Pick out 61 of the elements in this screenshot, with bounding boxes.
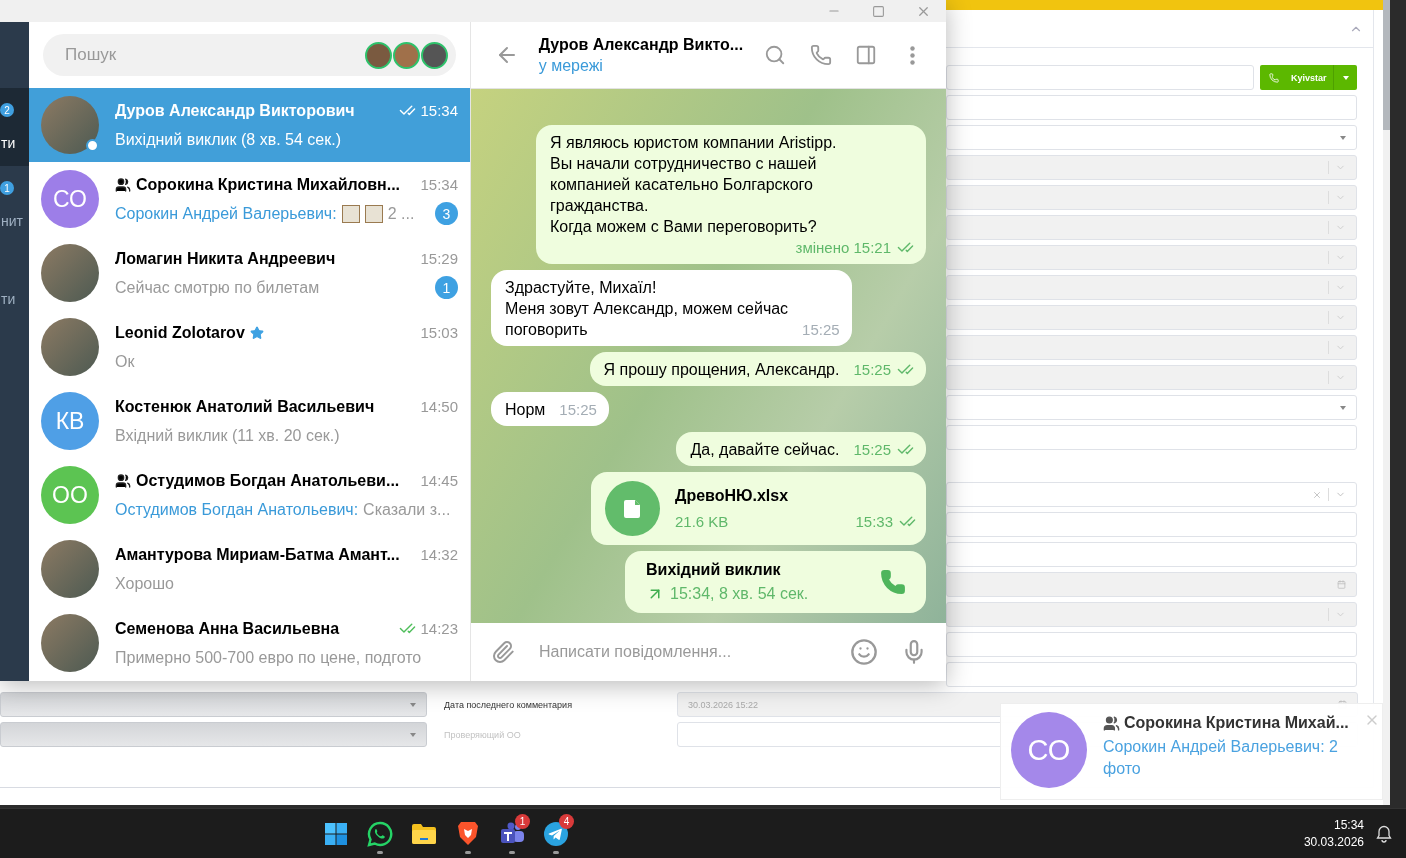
unread-badge: 1 (435, 276, 458, 299)
call-details: 15:34, 8 хв. 54 сек. (670, 585, 809, 603)
message-time: 15:33 (855, 513, 893, 530)
field-label: Дата последнего комментария (444, 699, 573, 710)
chat-name: Семенова Анна Васильевна (115, 619, 340, 638)
message-preview: Примерно 500-700 евро по цене, подгото (115, 648, 422, 667)
unread-badge: 1 (0, 181, 14, 195)
incoming-message: Норм 15:25 (491, 392, 609, 426)
chat-time: 14:50 (420, 398, 458, 415)
notification-title: Сорокина Кристина Михай... (1124, 714, 1349, 732)
message-time: 15:25 (853, 440, 891, 460)
message-time: 15:25 (559, 400, 597, 420)
chat-time: 15:34 (420, 176, 458, 193)
message-sender: Остудимов Богдан Анатольевич: (115, 500, 359, 519)
message-preview: 2 ... (387, 204, 415, 223)
chat-time: 15:29 (420, 250, 458, 267)
message-preview: Ок (115, 352, 135, 371)
chat-title: Дуров Александр Викто... (538, 35, 744, 54)
chat-time: 15:03 (420, 324, 458, 341)
outgoing-message: Я являюсь юристом компании Aristipp. Вы начали сотрудничество с нашей компанией касательно Болгарского гражданства. Когда можем с Вами переговорить? змінено 15:21 (536, 125, 926, 264)
chat-time: 14:23 (420, 620, 458, 637)
message-preview: Сказали з... (363, 500, 451, 519)
message-preview: Вхідний виклик (11 хв. 20 сек.) (115, 426, 340, 445)
outgoing-message: Я прошу прощения, Александр. 15:25 (589, 352, 926, 386)
chat-name: Костенюк Анатолий Васильевич (115, 397, 375, 416)
file-size: 21.6 KB (675, 513, 729, 530)
outgoing-message: Да, давайте сейчас. 15:25 (676, 432, 926, 466)
notification-badge: 4 (559, 813, 574, 829)
avatar: СО (1011, 712, 1087, 788)
folder-label: нит (0, 213, 23, 229)
notification-badge: 1 (515, 813, 530, 829)
chat-status: у мережі (538, 56, 604, 75)
notification-text: Сорокин Андрей Валерьевич: 2 фото (1103, 737, 1339, 779)
chat-time: 14:32 (420, 546, 458, 563)
avatar: ОО (41, 466, 99, 524)
call-title: Вихідний виклик (646, 561, 782, 579)
message-preview: Сейчас смотрю по билетам (115, 278, 320, 297)
avatar: СО (41, 170, 99, 228)
chat-name: Ломагин Никита Андреевич (115, 249, 336, 268)
clock-date: 30.03.2026 (1303, 835, 1364, 849)
message-preview: Вихідний виклик (8 хв. 54 сек.) (115, 130, 341, 149)
unread-badge: 3 (435, 202, 458, 225)
message-time: 15:25 (853, 360, 891, 380)
incoming-message: Здрастуйте, Михаїл! Меня зовут Александр, можем сейчас поговорить 15:25 (491, 270, 852, 346)
folder-label: ти (0, 291, 16, 307)
chat-name: Остудимов Богдан Анатольеви... (136, 471, 400, 490)
chat-name: Амантурова Мириам-Батма Амант... (115, 545, 400, 564)
message-time: змінено 15:21 (795, 238, 891, 258)
folder-label: ти (0, 135, 16, 151)
unread-badge: 2 (0, 103, 14, 117)
chat-name: Leonid Zolotarov (115, 323, 245, 342)
message-time: 15:25 (802, 320, 840, 340)
chat-time: 14:45 (420, 472, 458, 489)
chat-name: Сорокина Кристина Михайловн... (136, 175, 401, 194)
chat-name: Дуров Александр Викторович (115, 101, 355, 120)
clock-time: 15:34 (1333, 818, 1364, 832)
file-name: ДревоНЮ.xlsx (675, 487, 790, 505)
avatar: КВ (41, 392, 99, 450)
chat-time: 15:34 (420, 102, 458, 119)
message-preview: Хорошо (115, 574, 174, 593)
message-sender: Сорокин Андрей Валерьевич: (115, 204, 337, 223)
